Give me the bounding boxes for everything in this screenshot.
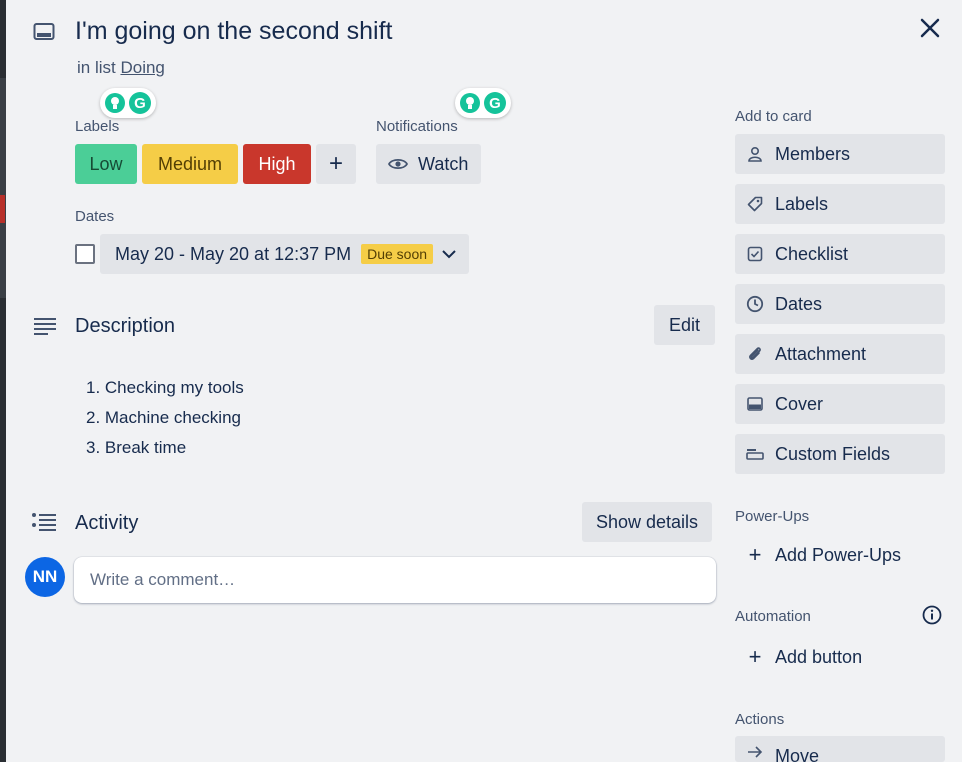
labels-label: Labels: [775, 193, 829, 214]
dates-sidebar-button[interactable]: Dates: [735, 284, 945, 324]
date-range: May 20 - May 20 at 12:37 PM: [115, 243, 352, 264]
move-label: Move: [775, 746, 820, 762]
description-list[interactable]: 1. Checking my tools 2. Machine checking…: [86, 376, 244, 466]
add-button-button[interactable]: + Add button: [735, 637, 945, 677]
checklist-button[interactable]: Checklist: [735, 234, 945, 274]
person-icon: [748, 146, 762, 162]
members-button[interactable]: Members: [735, 134, 945, 174]
close-icon[interactable]: [916, 14, 944, 42]
labels-button[interactable]: Labels: [735, 184, 945, 224]
activity-heading: Activity: [75, 512, 139, 534]
clock-icon: [746, 295, 764, 313]
members-label: Members: [775, 143, 851, 164]
grammarly-bulb-icon: [105, 93, 125, 113]
grammarly-bulb-icon: [460, 93, 480, 113]
add-button-label: Add button: [775, 646, 863, 667]
plus-icon: +: [748, 644, 762, 669]
info-icon[interactable]: [921, 604, 943, 626]
chevron-down-icon: [442, 250, 456, 259]
checklist-icon: [747, 246, 763, 262]
list-prefix: in list: [77, 58, 116, 77]
labels-heading: Labels: [75, 118, 120, 135]
label-high[interactable]: High: [243, 144, 311, 184]
checklist-label: Checklist: [775, 243, 849, 264]
board-card-edge: [0, 195, 5, 223]
list-item: 2. Machine checking: [86, 408, 241, 427]
arrow-right-icon: [748, 746, 763, 758]
plus-icon: +: [748, 542, 762, 567]
activity-icon: [32, 513, 56, 531]
due-soon-badge: Due soon: [361, 244, 434, 264]
attachment-button[interactable]: Attachment: [735, 334, 945, 374]
grammarly-widget[interactable]: G: [455, 88, 511, 118]
description-icon: [34, 318, 56, 335]
show-details-button[interactable]: Show details: [582, 502, 712, 542]
custom-fields-label: Custom Fields: [775, 443, 891, 464]
comment-input[interactable]: [74, 557, 716, 603]
avatar[interactable]: NN: [25, 557, 65, 597]
grammarly-widget[interactable]: G: [100, 88, 156, 118]
grammarly-logo-icon: G: [484, 92, 506, 114]
move-button[interactable]: Move: [735, 736, 945, 762]
card-icon: [33, 23, 55, 40]
actions-heading: Actions: [735, 711, 785, 728]
custom-fields-icon: [746, 449, 764, 460]
card-title[interactable]: I'm going on the second shift: [75, 17, 392, 46]
cover-icon: [747, 397, 763, 411]
cover-label: Cover: [775, 393, 824, 414]
add-label-button[interactable]: +: [316, 144, 356, 184]
add-to-card-heading: Add to card: [735, 108, 812, 125]
cover-button[interactable]: Cover: [735, 384, 945, 424]
dates-button[interactable]: May 20 - May 20 at 12:37 PM Due soon: [100, 234, 469, 274]
notifications-heading: Notifications: [376, 118, 458, 135]
dates-heading: Dates: [75, 208, 115, 225]
attachment-label: Attachment: [775, 343, 867, 364]
grammarly-logo-icon: G: [129, 92, 151, 114]
label-low[interactable]: Low: [75, 144, 137, 184]
card-detail-modal: I'm going on the second shift in list Do…: [6, 0, 962, 762]
paperclip-icon: [749, 347, 761, 360]
tag-icon: [747, 196, 763, 212]
automation-heading: Automation: [735, 608, 811, 625]
card-list-info: in list Doing: [77, 58, 165, 78]
edit-description-button[interactable]: Edit: [654, 305, 715, 345]
watch-button[interactable]: Watch: [376, 144, 481, 184]
list-link[interactable]: Doing: [120, 58, 164, 77]
watch-label: Watch: [418, 153, 469, 174]
eye-icon: [388, 158, 408, 170]
list-item: 1. Checking my tools: [86, 378, 244, 397]
label-medium[interactable]: Medium: [142, 144, 238, 184]
add-power-ups-label: Add Power-Ups: [775, 544, 902, 565]
add-power-ups-button[interactable]: + Add Power-Ups: [735, 535, 945, 575]
power-ups-heading: Power-Ups: [735, 508, 810, 525]
dates-label: Dates: [775, 293, 823, 314]
list-item: 3. Break time: [86, 438, 187, 457]
custom-fields-button[interactable]: Custom Fields: [735, 434, 945, 474]
description-heading: Description: [75, 315, 176, 337]
due-date-checkbox[interactable]: [75, 244, 95, 264]
